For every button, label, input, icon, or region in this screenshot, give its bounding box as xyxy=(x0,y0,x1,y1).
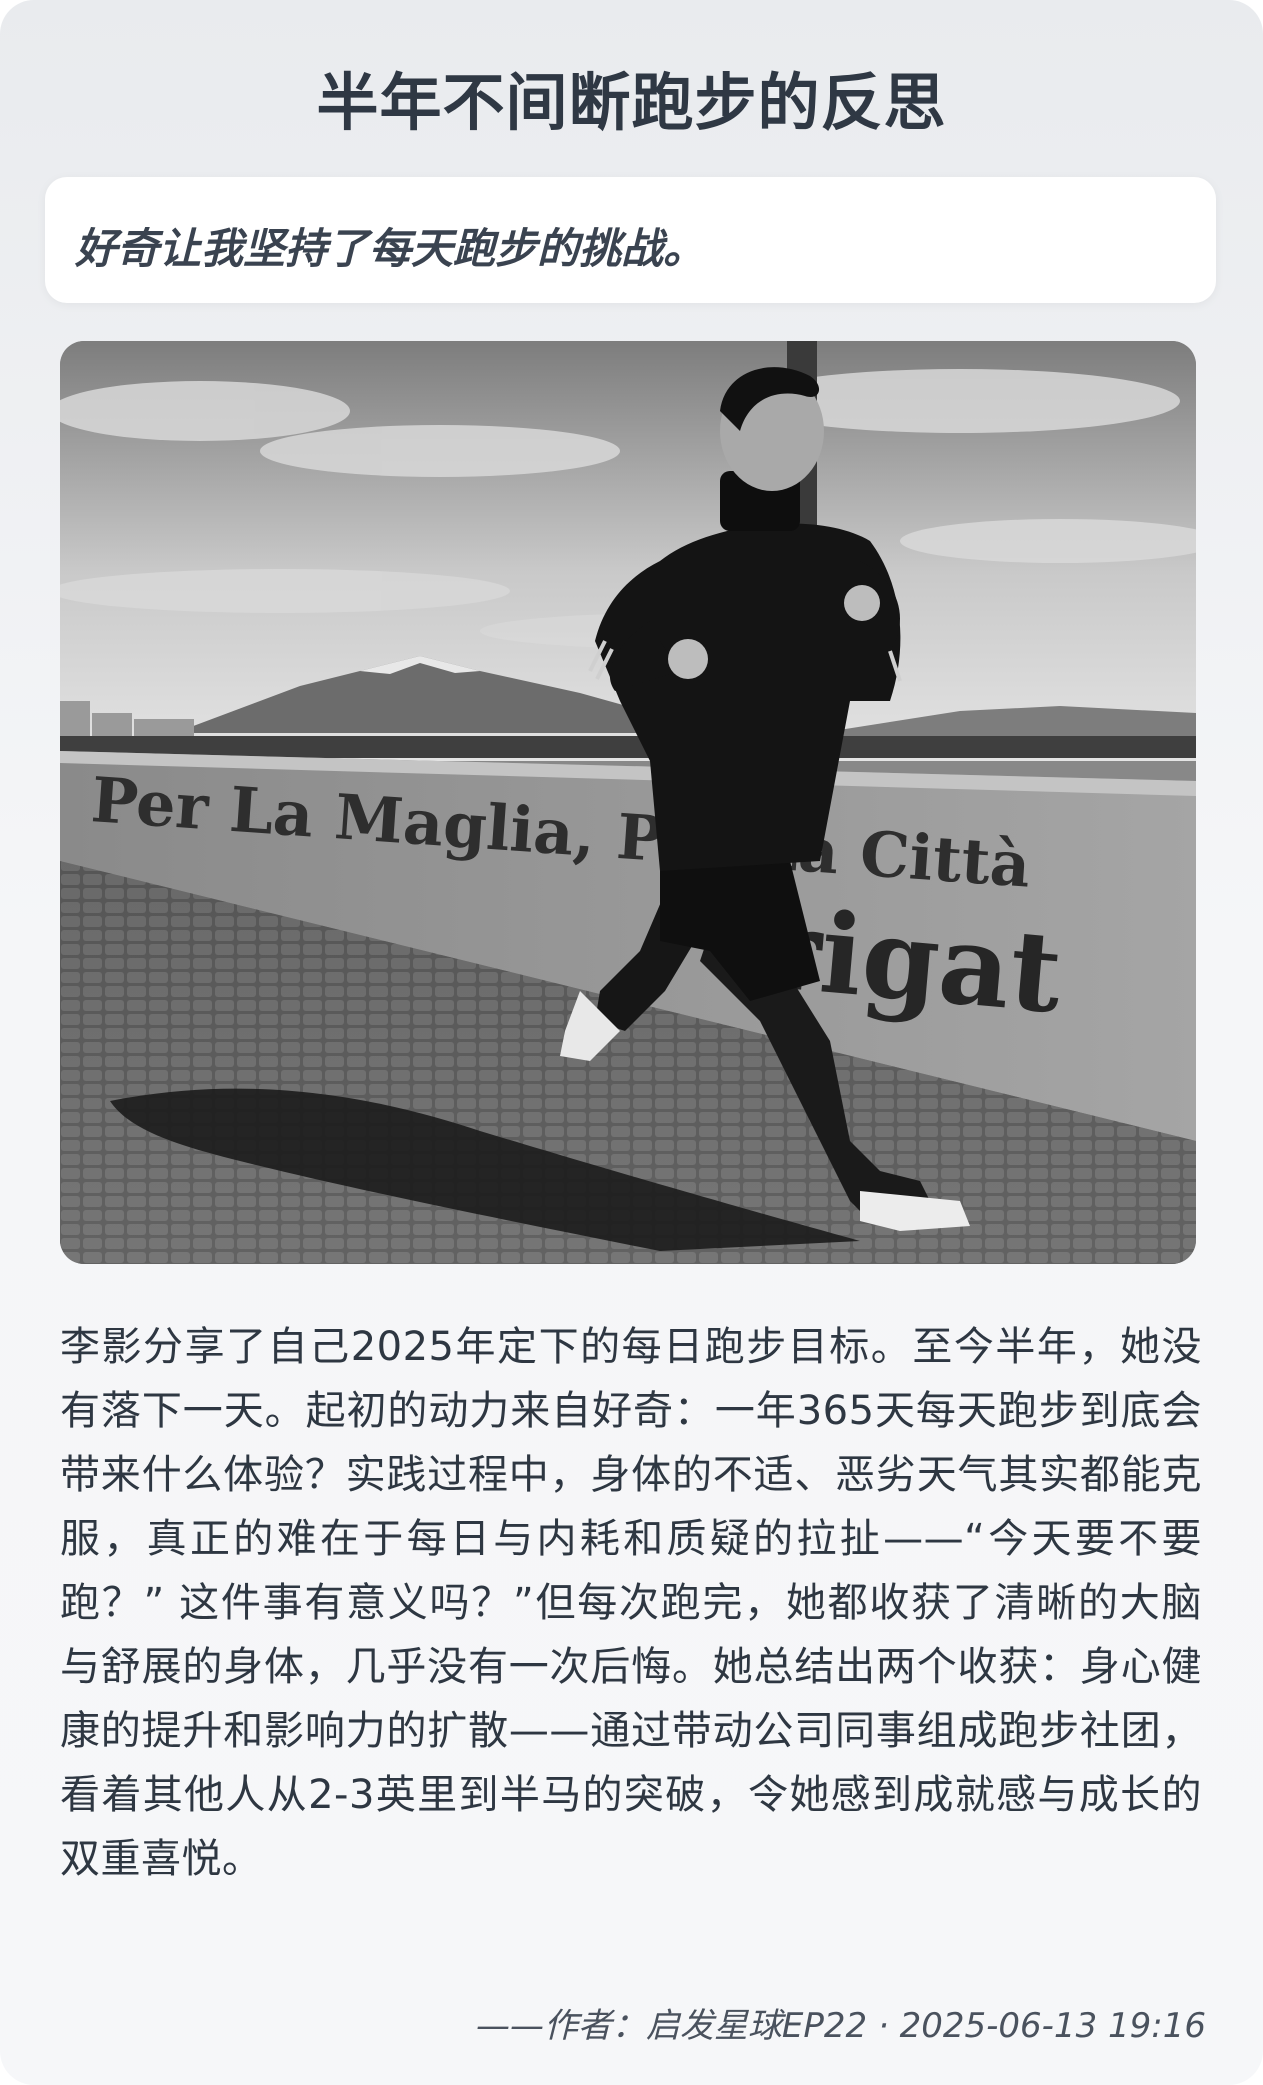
post-subtitle: 好奇让我坚持了每天跑步的挑战。 xyxy=(75,224,706,273)
post-body: 李影分享了自己2025年定下的每日跑步目标。至今半年，她没有落下一天。起初的动力… xyxy=(60,1324,1202,1882)
post-card: 半年不间断跑步的反思 好奇让我坚持了每天跑步的挑战。 Per La Maglia… xyxy=(0,0,1263,2085)
running-photo: Per La Maglia, Per La Città rigat xyxy=(60,341,1196,1264)
post-title: 半年不间断跑步的反思 xyxy=(316,66,947,139)
runner-illustration: Per La Maglia, Per La Città rigat xyxy=(60,341,1196,1264)
post-footer: ——作者：启发星球EP22 · 2025-06-13 19:16 xyxy=(475,2006,1206,2046)
subtitle-box: 好奇让我坚持了每天跑步的挑战。 xyxy=(45,177,1216,303)
